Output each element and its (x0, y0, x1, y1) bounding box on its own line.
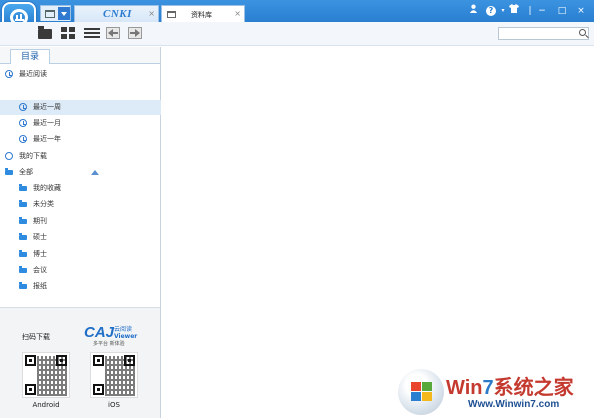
tree-item-last-month[interactable]: 最近一月 (0, 116, 161, 131)
tree-item-label: 最近一年 (33, 135, 61, 143)
folder-icon (19, 282, 27, 289)
windows-flag-icon (411, 382, 433, 402)
tree-item-label: 最近阅读 (19, 70, 47, 78)
tree-item-conference[interactable]: 会议 (0, 263, 161, 278)
windows-orb-icon (398, 369, 444, 415)
cnki-logo: CNKI (103, 8, 132, 20)
tree-item-label: 全部 (19, 168, 33, 176)
tree-item-label: 最近一周 (33, 103, 61, 111)
tab-library-label: 资料库 (191, 11, 212, 19)
sidebar: 目录 最近阅读 最近一周 最近一月 最近一年 我的下载 全部 我的收藏 未分类 … (0, 47, 161, 418)
list-view-button[interactable] (84, 26, 100, 41)
user-icon[interactable] (466, 4, 480, 18)
tab-cnki[interactable]: CNKI × (74, 5, 159, 22)
watermark-title: Win7系统之家 (446, 377, 574, 399)
tree-item-recent-reading[interactable]: 最近阅读 (0, 67, 161, 82)
watermark-url: Www.Winwin7.com (468, 399, 560, 410)
collapse-arrow-icon[interactable] (91, 170, 99, 175)
download-promo: 扫码下载 CAJ 云阅读 Viewer 多平台 新体验 Android iOS (0, 307, 160, 418)
folder-icon (19, 266, 27, 273)
chevron-down-icon[interactable] (58, 7, 70, 20)
sidebar-tabs: 目录 (0, 47, 160, 65)
grid-view-button[interactable] (61, 26, 77, 41)
forward-arrow-icon (128, 27, 142, 39)
tab-catalog[interactable]: 目录 (10, 49, 50, 65)
main-content-area[interactable] (162, 47, 594, 418)
scan-download-label: 扫码下载 (22, 333, 50, 341)
clock-icon (19, 119, 27, 127)
folder-icon (19, 233, 27, 240)
open-folder-icon (38, 26, 52, 39)
ios-label: iOS (108, 401, 120, 409)
title-bar: CNKI × 资料库 × ? ▾ | − □ × (0, 0, 594, 22)
folder-icon (19, 217, 27, 224)
back-arrow-icon (106, 27, 120, 39)
folder-icon (5, 168, 13, 175)
open-folder-button[interactable] (38, 26, 54, 41)
back-button[interactable] (106, 26, 122, 41)
ios-qr-code (90, 352, 138, 398)
search-icon[interactable] (579, 29, 586, 36)
folder-icon (19, 184, 27, 191)
tree-item-masters[interactable]: 硕士 (0, 230, 161, 245)
tree-item-label: 博士 (33, 250, 47, 258)
watermark: Win7系统之家 Www.Winwin7.com (396, 365, 594, 418)
tree-item-journals[interactable]: 期刊 (0, 214, 161, 229)
tree-item-label: 报纸 (33, 282, 47, 290)
tree-item-label: 我的收藏 (33, 184, 61, 192)
tab-library[interactable]: 资料库 × (161, 5, 245, 22)
forward-button[interactable] (128, 26, 144, 41)
grid-view-icon (61, 27, 77, 39)
tabs-icon (45, 10, 55, 18)
list-view-icon (84, 28, 100, 38)
tree-item-label: 会议 (33, 266, 47, 274)
download-icon (5, 152, 13, 160)
android-label: Android (32, 401, 60, 409)
caj-viewer: Viewer (114, 333, 138, 340)
tree-item-last-year[interactable]: 最近一年 (0, 132, 161, 147)
maximize-icon[interactable]: □ (555, 4, 569, 18)
caj-name: 云阅读 (114, 326, 133, 333)
tree-item-newspaper[interactable]: 报纸 (0, 279, 161, 294)
tree-item-last-week[interactable]: 最近一周 (0, 100, 161, 115)
search-input[interactable] (498, 27, 589, 40)
logo-chart-icon (15, 14, 24, 21)
tree-item-favorites[interactable]: 我的收藏 (0, 181, 161, 196)
tree-item-uncategorized[interactable]: 未分类 (0, 197, 161, 212)
tree-item-label: 硕士 (33, 233, 47, 241)
toolbar (0, 22, 594, 46)
tree-item-label: 未分类 (33, 200, 54, 208)
close-icon[interactable]: × (574, 4, 588, 18)
tab-menu-button[interactable] (40, 5, 71, 21)
tree-item-doctoral[interactable]: 博士 (0, 247, 161, 262)
tree-item-my-downloads[interactable]: 我的下载 (0, 149, 161, 164)
shirt-icon[interactable] (507, 4, 521, 18)
library-icon (167, 11, 176, 18)
clock-icon (19, 135, 27, 143)
tree-item-label: 期刊 (33, 217, 47, 225)
caj-logo: CAJ (84, 324, 115, 341)
folder-icon (19, 200, 27, 207)
android-qr-code (22, 352, 70, 398)
close-tab-icon[interactable]: × (234, 9, 241, 18)
tree-item-label: 我的下载 (19, 152, 47, 160)
catalog-tree: 最近阅读 最近一周 最近一月 最近一年 我的下载 全部 我的收藏 未分类 期刊 … (0, 64, 161, 307)
tree-item-all[interactable]: 全部 (0, 165, 161, 180)
clock-icon (19, 103, 27, 111)
clock-icon (5, 70, 13, 78)
minimize-icon[interactable]: − (535, 4, 549, 18)
caj-tagline: 多平台 新体验 (93, 341, 125, 347)
folder-icon (19, 250, 27, 257)
tree-item-label: 最近一月 (33, 119, 61, 127)
close-tab-icon[interactable]: × (148, 9, 155, 18)
